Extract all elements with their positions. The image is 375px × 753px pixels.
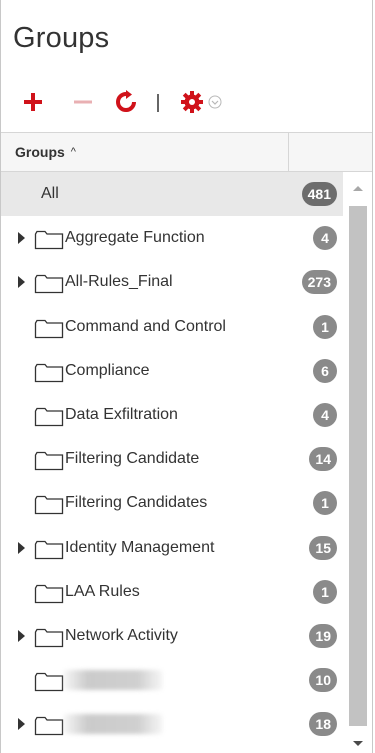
list-item-label: All xyxy=(41,185,59,202)
table-header: Groups ^ xyxy=(1,132,372,172)
settings-dropdown[interactable] xyxy=(207,88,223,116)
chevron-down-icon xyxy=(208,95,222,109)
count-badge: 10 xyxy=(309,668,337,693)
groups-column-label: Groups xyxy=(15,144,65,160)
list-item[interactable]: Filtering Candidates 1 xyxy=(1,481,343,525)
scroll-down-icon[interactable] xyxy=(353,741,363,746)
list-item-label: Filtering Candidate xyxy=(65,450,200,468)
folder-icon xyxy=(34,540,64,559)
list-item[interactable]: 10 xyxy=(1,658,343,702)
expand-arrow-icon[interactable] xyxy=(18,630,25,642)
toolbar xyxy=(11,88,251,116)
add-group-button[interactable] xyxy=(19,88,47,116)
list-item-label: Identity Management xyxy=(65,538,215,556)
count-badge: 6 xyxy=(313,358,337,383)
gear-icon xyxy=(181,91,203,113)
list-item[interactable]: Aggregate Function 4 xyxy=(1,216,343,260)
count-badge: 4 xyxy=(313,403,337,427)
list-item-label: Data Exfiltration xyxy=(65,406,178,423)
count-badge: 18 xyxy=(309,712,337,737)
folder-icon xyxy=(34,496,64,515)
count-badge: 1 xyxy=(313,314,337,339)
folder-icon xyxy=(34,452,64,471)
list-item-all[interactable]: All 481 xyxy=(1,172,343,216)
count-badge: 1 xyxy=(313,579,337,604)
list-item-label: Command and Control xyxy=(65,317,226,335)
refresh-button[interactable] xyxy=(111,88,141,116)
list-item-label: All-Rules_Final xyxy=(65,273,173,291)
plus-icon xyxy=(24,93,42,111)
count-badge: 481 xyxy=(301,182,337,206)
folder-icon xyxy=(34,717,64,736)
expand-arrow-icon[interactable] xyxy=(18,276,25,289)
folder-icon xyxy=(34,363,64,382)
scroll-up-icon[interactable] xyxy=(353,186,363,191)
count-badge: 4 xyxy=(313,226,337,251)
toolbar-separator xyxy=(157,94,159,112)
list-item[interactable]: Network Activity 19 xyxy=(1,614,343,658)
list-item[interactable]: 18 xyxy=(1,702,343,746)
folder-icon xyxy=(34,275,64,294)
list-item-label: LAA Rules xyxy=(65,582,140,600)
list-item[interactable]: Compliance 6 xyxy=(1,349,343,393)
redacted-label xyxy=(63,714,163,735)
expand-arrow-icon[interactable] xyxy=(18,232,25,245)
list-item[interactable]: Filtering Candidate 14 xyxy=(1,437,343,481)
count-badge: 14 xyxy=(309,447,337,472)
list-item[interactable]: Identity Management 15 xyxy=(1,526,343,570)
count-badge: 15 xyxy=(309,535,337,560)
folder-icon xyxy=(34,628,64,648)
expand-arrow-icon[interactable] xyxy=(18,541,25,554)
folder-icon xyxy=(34,673,64,692)
count-badge: 1 xyxy=(313,491,337,516)
list-item-label: Compliance xyxy=(65,361,150,379)
vertical-scrollbar[interactable] xyxy=(346,172,370,753)
folder-icon xyxy=(34,407,64,427)
count-badge: 19 xyxy=(309,624,337,648)
count-badge: 273 xyxy=(301,270,337,295)
minus-icon xyxy=(74,100,92,104)
redacted-label xyxy=(63,670,163,691)
groups-column-header[interactable]: Groups ^ xyxy=(1,133,289,171)
list-item[interactable]: All-Rules_Final 273 xyxy=(1,260,343,304)
folder-icon xyxy=(34,584,64,603)
sort-ascending-icon: ^ xyxy=(70,146,76,158)
panel-title: Groups xyxy=(13,22,110,54)
list-item[interactable]: LAA Rules 1 xyxy=(1,570,343,614)
list-item[interactable]: Command and Control 1 xyxy=(1,305,343,349)
refresh-icon xyxy=(116,90,136,112)
list-item[interactable]: Data Exfiltration 4 xyxy=(1,393,343,437)
groups-list: All 481 Aggregate Function 4 All-Rules_Fin… xyxy=(1,172,343,753)
scrollbar-thumb[interactable] xyxy=(349,206,367,726)
settings-button[interactable] xyxy=(179,88,205,116)
folder-icon xyxy=(34,231,64,250)
groups-panel: Groups Groups ^ All 481 Aggregate Functi… xyxy=(0,0,373,753)
folder-icon xyxy=(34,319,64,338)
list-item-label: Aggregate Function xyxy=(65,229,205,247)
list-item-label: Network Activity xyxy=(65,627,178,644)
expand-arrow-icon[interactable] xyxy=(18,718,25,731)
remove-group-button[interactable] xyxy=(69,88,97,116)
list-item-label: Filtering Candidates xyxy=(65,494,208,512)
